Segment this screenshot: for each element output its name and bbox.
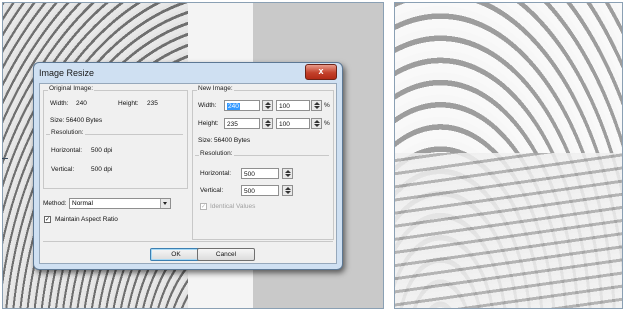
original-size-label: Size: <box>50 117 65 124</box>
chevron-down-icon[interactable] <box>160 199 170 208</box>
new-size-value: 56400 Bytes <box>214 137 251 144</box>
spin-down-icon[interactable] <box>285 191 291 194</box>
new-height-value: 235 <box>227 121 238 128</box>
method-value: Normal <box>72 200 93 207</box>
new-height-percent-spinner[interactable] <box>311 118 322 129</box>
dialog-body: Original Image: Width: 240 Height: 235 S… <box>39 83 337 264</box>
maintain-aspect-label[interactable]: Maintain Aspect Ratio <box>55 216 118 223</box>
button-separator <box>43 241 333 242</box>
spin-up-icon[interactable] <box>285 170 291 173</box>
new-size-label: Size: <box>198 137 213 144</box>
new-horizontal-value: 500 <box>244 171 255 178</box>
identical-values-checkbox[interactable]: ✓ <box>200 203 207 210</box>
new-height-spinner[interactable] <box>262 118 273 129</box>
ok-button-label: OK <box>171 251 181 258</box>
new-height-percent-input[interactable]: 100 <box>276 118 310 129</box>
new-image-legend: New Image: <box>197 85 234 92</box>
dialog-title: Image Resize <box>39 68 95 78</box>
cancel-button[interactable]: Cancel <box>197 248 255 261</box>
original-horizontal-value: 500 dpi <box>91 147 113 154</box>
new-width-value: 240 <box>227 103 240 110</box>
close-icon: x <box>318 66 324 76</box>
new-resolution-legend: Resolution: <box>199 150 234 157</box>
original-size-value: 56400 Bytes <box>66 117 103 124</box>
new-vertical-value: 500 <box>244 188 255 195</box>
original-vertical-label: Vertical: <box>51 166 75 173</box>
spin-down-icon[interactable] <box>314 124 320 127</box>
original-width-value: 240 <box>76 100 87 107</box>
new-vertical-input[interactable]: 500 <box>241 185 279 196</box>
connector-line <box>2 158 8 159</box>
method-label: Method: <box>43 200 67 207</box>
new-width-label: Width: <box>198 102 217 109</box>
new-width-input[interactable]: 240 <box>224 100 260 111</box>
maintain-aspect-checkbox[interactable]: ✓ <box>44 216 51 223</box>
new-image-group: New Image: Width: 240 100 % Height: 235 … <box>192 85 334 240</box>
original-width-label: Width: <box>50 100 69 107</box>
new-vertical-spinner[interactable] <box>282 185 293 196</box>
new-width-percent-input[interactable]: 100 <box>276 100 310 111</box>
identical-values-label[interactable]: Identical Values <box>210 203 255 210</box>
original-vertical-value: 500 dpi <box>91 166 113 173</box>
new-horizontal-label: Horizontal: <box>200 170 232 177</box>
original-height-label: Height: <box>118 100 139 107</box>
original-image-legend: Original Image: <box>48 85 95 92</box>
new-width-spinner[interactable] <box>262 100 273 111</box>
width-percent-sign: % <box>324 102 330 109</box>
original-image-group: Original Image: Width: 240 Height: 235 S… <box>43 85 188 189</box>
image-resize-dialog: Image Resize x Original Image: Width: 24… <box>33 62 343 270</box>
height-percent-sign: % <box>324 120 330 127</box>
new-height-percent-value: 100 <box>279 121 290 128</box>
dialog-titlebar[interactable]: Image Resize x <box>34 63 342 83</box>
spin-up-icon[interactable] <box>314 102 320 105</box>
new-vertical-label: Vertical: <box>200 187 224 194</box>
ok-button[interactable]: OK <box>150 248 202 261</box>
spin-up-icon[interactable] <box>285 187 291 190</box>
spin-up-icon[interactable] <box>265 120 271 123</box>
new-horizontal-input[interactable]: 500 <box>241 168 279 179</box>
checkmark-icon: ✓ <box>45 217 51 223</box>
zoomed-fingerprint-lower <box>395 153 622 308</box>
zoomed-image-panel <box>394 2 623 309</box>
spin-down-icon[interactable] <box>314 106 320 109</box>
new-resolution-group: Resolution: Horizontal: 500 Vertical: 50… <box>195 150 329 236</box>
original-resolution-group: Resolution: Horizontal: 500 dpi Vertical… <box>46 129 183 185</box>
spin-down-icon[interactable] <box>265 106 271 109</box>
original-resolution-legend: Resolution: <box>50 129 85 136</box>
new-horizontal-spinner[interactable] <box>282 168 293 179</box>
spin-down-icon[interactable] <box>265 124 271 127</box>
original-horizontal-label: Horizontal: <box>51 147 83 154</box>
cancel-button-label: Cancel <box>215 251 237 258</box>
method-select[interactable]: Normal <box>69 198 171 209</box>
new-width-percent-spinner[interactable] <box>311 100 322 111</box>
new-width-percent-value: 100 <box>279 103 290 110</box>
spin-up-icon[interactable] <box>265 102 271 105</box>
spin-down-icon[interactable] <box>285 174 291 177</box>
new-height-input[interactable]: 235 <box>224 118 260 129</box>
spin-up-icon[interactable] <box>314 120 320 123</box>
close-button[interactable]: x <box>305 64 337 80</box>
original-height-value: 235 <box>147 100 158 107</box>
new-height-label: Height: <box>198 120 219 127</box>
checkmark-icon: ✓ <box>201 204 207 210</box>
